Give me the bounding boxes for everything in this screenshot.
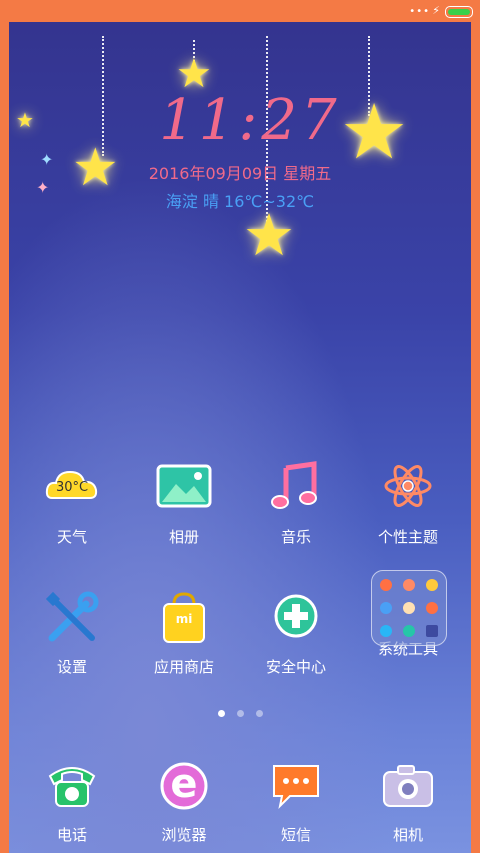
camera-icon	[378, 756, 438, 816]
mini-app-icon	[380, 625, 392, 637]
folder-preview	[371, 570, 447, 646]
app-label: 相机	[392, 826, 423, 844]
app-label: 安全中心	[265, 658, 326, 676]
store-badge: mi	[175, 612, 193, 626]
mini-app-icon	[403, 625, 415, 637]
dock-messages[interactable]: 短信	[246, 756, 346, 845]
dock-phone[interactable]: 电话	[22, 756, 122, 845]
mini-app-icon	[426, 602, 438, 614]
app-label: 设置	[56, 658, 87, 676]
app-music[interactable]: 音乐	[246, 458, 346, 547]
signal-dots: •••	[409, 6, 430, 17]
app-label: 相册	[168, 528, 199, 546]
app-label: 浏览器	[161, 826, 207, 844]
clock-date: 2016年09月09日 星期五	[148, 164, 332, 183]
app-folder-tools[interactable]: 系统工具	[358, 570, 458, 659]
browser-e-icon: e	[154, 756, 214, 816]
app-settings[interactable]: 设置	[22, 588, 122, 677]
app-label: 天气	[56, 528, 87, 546]
mini-app-icon	[380, 602, 392, 614]
page-dot[interactable]	[236, 710, 244, 717]
app-store-bag-icon: mi	[154, 588, 214, 648]
app-label: 短信	[280, 826, 311, 844]
clock-time[interactable]: 11:27	[150, 88, 350, 153]
app-gallery[interactable]: 相册	[134, 458, 234, 547]
app-security[interactable]: 安全中心	[246, 588, 346, 677]
weather-cloud-icon: 30°C	[42, 458, 102, 518]
weather-temp-badge: 30°C	[55, 480, 89, 495]
sparkle-icon: ✦	[40, 150, 54, 169]
star-icon: ★	[340, 87, 409, 176]
browser-e-letter: e	[170, 761, 198, 807]
page-dot[interactable]	[255, 710, 263, 717]
music-note-icon	[266, 458, 326, 518]
star-icon: ★	[243, 201, 295, 269]
message-icon	[266, 756, 326, 816]
app-label: 音乐	[280, 528, 311, 546]
theme-atom-icon	[378, 458, 438, 518]
dock-camera[interactable]: 相机	[358, 756, 458, 845]
app-label: 个性主题	[377, 528, 438, 546]
battery-icon	[445, 6, 473, 18]
mini-app-icon	[403, 602, 415, 614]
folder-icon	[371, 570, 447, 646]
app-store[interactable]: mi 应用商店	[134, 588, 234, 677]
mini-app-icon	[426, 625, 438, 637]
weather-summary[interactable]: 海淀 晴 16℃~32℃	[120, 188, 360, 212]
app-weather[interactable]: 30°C 天气	[22, 458, 122, 547]
page-indicator[interactable]	[0, 702, 480, 721]
phone-icon	[42, 756, 102, 816]
gallery-icon	[154, 458, 214, 518]
app-label: 电话	[56, 826, 87, 844]
star-icon: ★	[72, 138, 119, 198]
dock-browser[interactable]: e 浏览器	[134, 756, 234, 845]
mini-app-icon	[426, 579, 438, 591]
page-dot[interactable]	[217, 710, 225, 717]
status-bar: ••• ⚡	[0, 0, 480, 22]
security-plus-icon	[266, 588, 326, 648]
settings-tools-icon	[42, 588, 102, 648]
mini-app-icon	[380, 579, 392, 591]
star-icon: ★	[16, 108, 34, 132]
sparkle-icon: ✦	[36, 178, 50, 197]
bolt-icon: ⚡	[432, 4, 440, 17]
mini-app-icon	[403, 579, 415, 591]
app-label: 应用商店	[153, 658, 214, 676]
app-themes[interactable]: 个性主题	[358, 458, 458, 547]
